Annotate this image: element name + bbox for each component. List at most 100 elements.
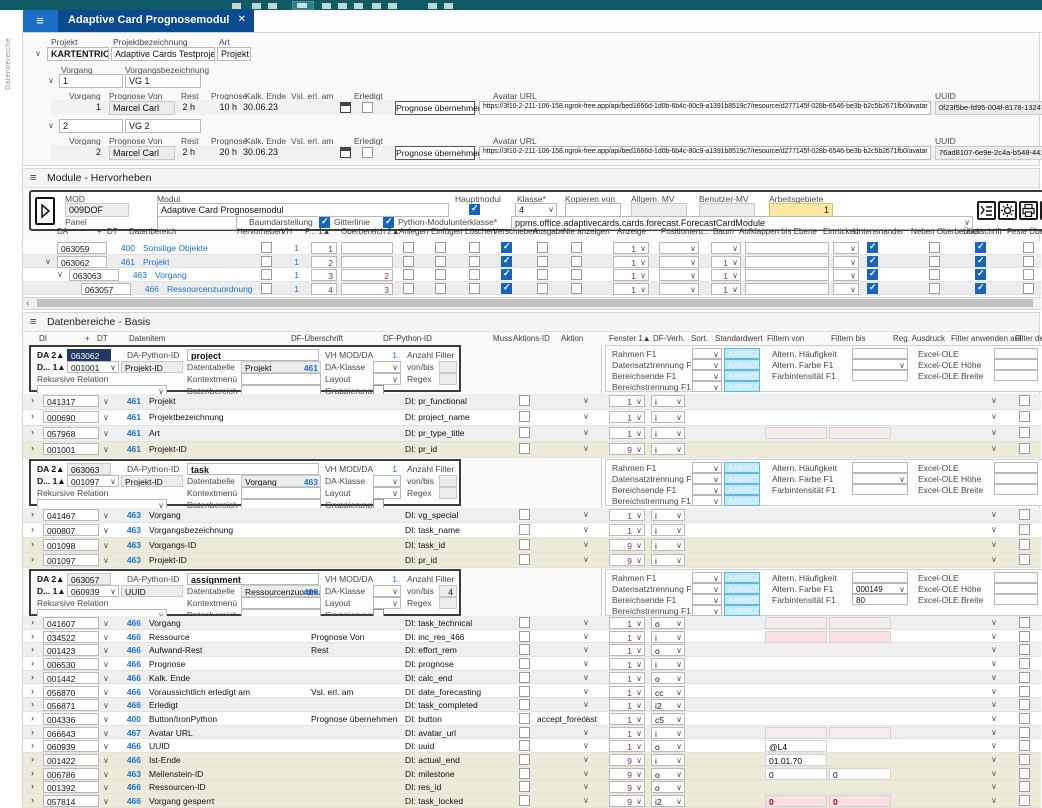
basis-table-row[interactable]: ›000807∨463VorgangsbezeichnungDI: task_n… xyxy=(23,523,1041,538)
chevron-expand-icon[interactable]: ∨ xyxy=(103,660,109,669)
format-row-select[interactable]: ∨ xyxy=(692,381,722,392)
hauptmodul-checkbox[interactable] xyxy=(469,204,480,215)
di-field[interactable]: 001001 xyxy=(43,443,99,455)
da-klasse-select[interactable]: ∨ xyxy=(373,361,401,373)
chevron-expand-icon[interactable]: ∨ xyxy=(103,429,109,438)
format-row-select[interactable]: ∨ xyxy=(692,583,722,594)
position-field[interactable]: 1 xyxy=(311,242,337,254)
chevron-expand-icon[interactable]: ∨ xyxy=(103,445,109,454)
di-field[interactable]: 041607 xyxy=(43,617,99,629)
basis-table-row[interactable]: ›056871∨466ErledigtDI: task_completed∨1∨… xyxy=(23,698,1041,712)
format-color-field[interactable]: AABBCC xyxy=(724,572,760,583)
d1-name-field[interactable]: UUID xyxy=(121,585,183,597)
d1-select[interactable]: 060939∨ xyxy=(67,585,119,597)
untereinander-checkbox[interactable] xyxy=(867,242,878,253)
oberbereich-field[interactable] xyxy=(341,242,393,254)
di-field[interactable]: 060939 xyxy=(43,740,99,752)
aktion-dropdown[interactable]: ∨ xyxy=(583,396,595,406)
excel-ole-field[interactable] xyxy=(994,462,1038,473)
format-color-field[interactable]: AABBCC xyxy=(724,359,760,370)
df-verh-select[interactable]: o∨ xyxy=(651,740,685,752)
hamburger-icon[interactable]: ≡ xyxy=(30,172,36,184)
format-row-select[interactable]: ∨ xyxy=(692,462,722,473)
aktion-dropdown[interactable]: ∨ xyxy=(583,618,595,628)
fenster-select[interactable]: 1∨ xyxy=(609,524,645,536)
aktion-dropdown[interactable]: ∨ xyxy=(583,632,595,642)
verschieben-checkbox[interactable] xyxy=(501,256,512,267)
format-row-select[interactable]: ∨ xyxy=(692,473,722,484)
altern-haeufigkeit-field[interactable] xyxy=(852,462,908,473)
basis-table-header-7[interactable]: Aktions-ID xyxy=(513,334,550,343)
aktion-dropdown[interactable]: ∨ xyxy=(583,796,595,806)
anlegen-checkbox[interactable] xyxy=(403,283,414,294)
df-verh-select[interactable]: i∨ xyxy=(651,754,685,766)
uuid-field[interactable]: 0f23f5be-fd95-004f-8178-132474e8386e xyxy=(935,101,1042,115)
aktion-dropdown[interactable]: ∨ xyxy=(583,673,595,683)
filter-deak-checkbox[interactable] xyxy=(1019,727,1030,738)
chevron-expand-icon[interactable]: ∨ xyxy=(103,783,109,792)
muss-checkbox[interactable] xyxy=(519,631,530,642)
da-klasse-select[interactable]: ∨ xyxy=(373,585,401,597)
aktion-dropdown[interactable]: ∨ xyxy=(583,769,595,779)
chart-icon[interactable] xyxy=(372,3,381,9)
chevron-expand-icon[interactable]: ∨ xyxy=(103,646,109,655)
muss-checkbox[interactable] xyxy=(519,740,530,751)
format-color-field[interactable]: AABBCC xyxy=(724,381,760,392)
basis-table-header-0[interactable]: DI xyxy=(39,334,47,343)
di-field[interactable]: 001422 xyxy=(43,754,99,766)
fenster-select[interactable]: 9∨ xyxy=(609,781,645,793)
oberbereich-field[interactable]: 2 xyxy=(341,269,393,281)
undo-icon[interactable] xyxy=(252,3,261,9)
aktion-dropdown[interactable]: ∨ xyxy=(583,510,595,520)
altern-farbe-select[interactable]: ∨ xyxy=(852,473,908,484)
format-color-field[interactable]: AABBCC xyxy=(724,473,760,484)
scrollbar-thumb[interactable] xyxy=(37,299,1033,307)
mod-field[interactable]: 009DOF xyxy=(65,203,129,217)
aktion-dropdown[interactable]: ∨ xyxy=(583,428,595,438)
filtern-bis-field[interactable]: 0 xyxy=(829,795,891,807)
anzeige-select[interactable]: 1∨ xyxy=(613,242,649,254)
filtern-bis-field[interactable] xyxy=(829,427,891,439)
excel-ole-field[interactable] xyxy=(994,572,1038,583)
einfuegen-checkbox[interactable] xyxy=(435,269,446,280)
farbintensitaet-field[interactable] xyxy=(852,370,908,381)
uuid-field[interactable]: 76ad8107-6e9e-2c4a-b548-4419f84105e1 xyxy=(935,146,1042,160)
basis-table-row[interactable]: ›001442∨466Kalk. EndeDI: calc_end∨1∨o∨∨ xyxy=(23,671,1041,685)
df-verh-select[interactable]: o∨ xyxy=(651,644,685,656)
fenster-select[interactable]: 1∨ xyxy=(609,644,645,656)
fenster-select[interactable]: 9∨ xyxy=(609,443,645,455)
task-prognose-von-field[interactable]: Marcel Carl xyxy=(109,101,175,115)
ueberschrift-checkbox[interactable] xyxy=(975,269,986,280)
d1-name-field[interactable]: Projekt-ID xyxy=(121,475,183,487)
chevron-expand-icon[interactable]: ∨ xyxy=(48,76,54,85)
positionierung-select[interactable]: ∨ xyxy=(659,269,699,281)
muss-checkbox[interactable] xyxy=(519,524,530,535)
accept-forecast-button[interactable]: Prognose übernehmen xyxy=(395,146,475,160)
aktion-dropdown[interactable]: ∨ xyxy=(583,741,595,751)
chevron-expand-icon[interactable]: ∨ xyxy=(103,413,109,422)
filter-deak-checkbox[interactable] xyxy=(1019,395,1030,406)
df-verh-select[interactable]: i∨ xyxy=(651,427,685,439)
filtern-von-field[interactable] xyxy=(765,631,827,643)
positionierung-select[interactable]: ∨ xyxy=(659,283,699,295)
farbintensitaet-field[interactable] xyxy=(852,484,908,495)
erledigt-checkbox[interactable] xyxy=(362,102,373,113)
di-field[interactable]: 004336 xyxy=(43,713,99,725)
layout-select[interactable]: ∨ xyxy=(373,597,401,609)
basis-table-row[interactable]: ›006786∨463Meilenstein-IDDI: milestone∨9… xyxy=(23,767,1041,781)
datentabelle-field[interactable]: Projekt461 xyxy=(241,361,321,373)
excel-ole-hoehe-field[interactable] xyxy=(994,583,1038,594)
chart-icon[interactable] xyxy=(297,3,307,8)
module-table-header-2[interactable]: DT xyxy=(107,227,118,236)
filter-anwenden-dropdown[interactable]: ∨ xyxy=(991,510,1003,520)
cut-icon[interactable] xyxy=(338,3,347,9)
module-table-header-3[interactable]: Datenbereich xyxy=(129,227,177,236)
verschieben-checkbox[interactable] xyxy=(501,283,512,294)
filter-anwenden-dropdown[interactable]: ∨ xyxy=(991,755,1003,765)
df-verh-select[interactable]: i∨ xyxy=(651,524,685,536)
muss-checkbox[interactable] xyxy=(519,395,530,406)
format-color-field[interactable]: AABBCC xyxy=(724,605,760,616)
horizontal-scrollbar[interactable]: ‹ xyxy=(23,297,1041,310)
ausgabe-checkbox[interactable] xyxy=(537,242,548,253)
position-field[interactable]: 4 xyxy=(311,283,337,295)
